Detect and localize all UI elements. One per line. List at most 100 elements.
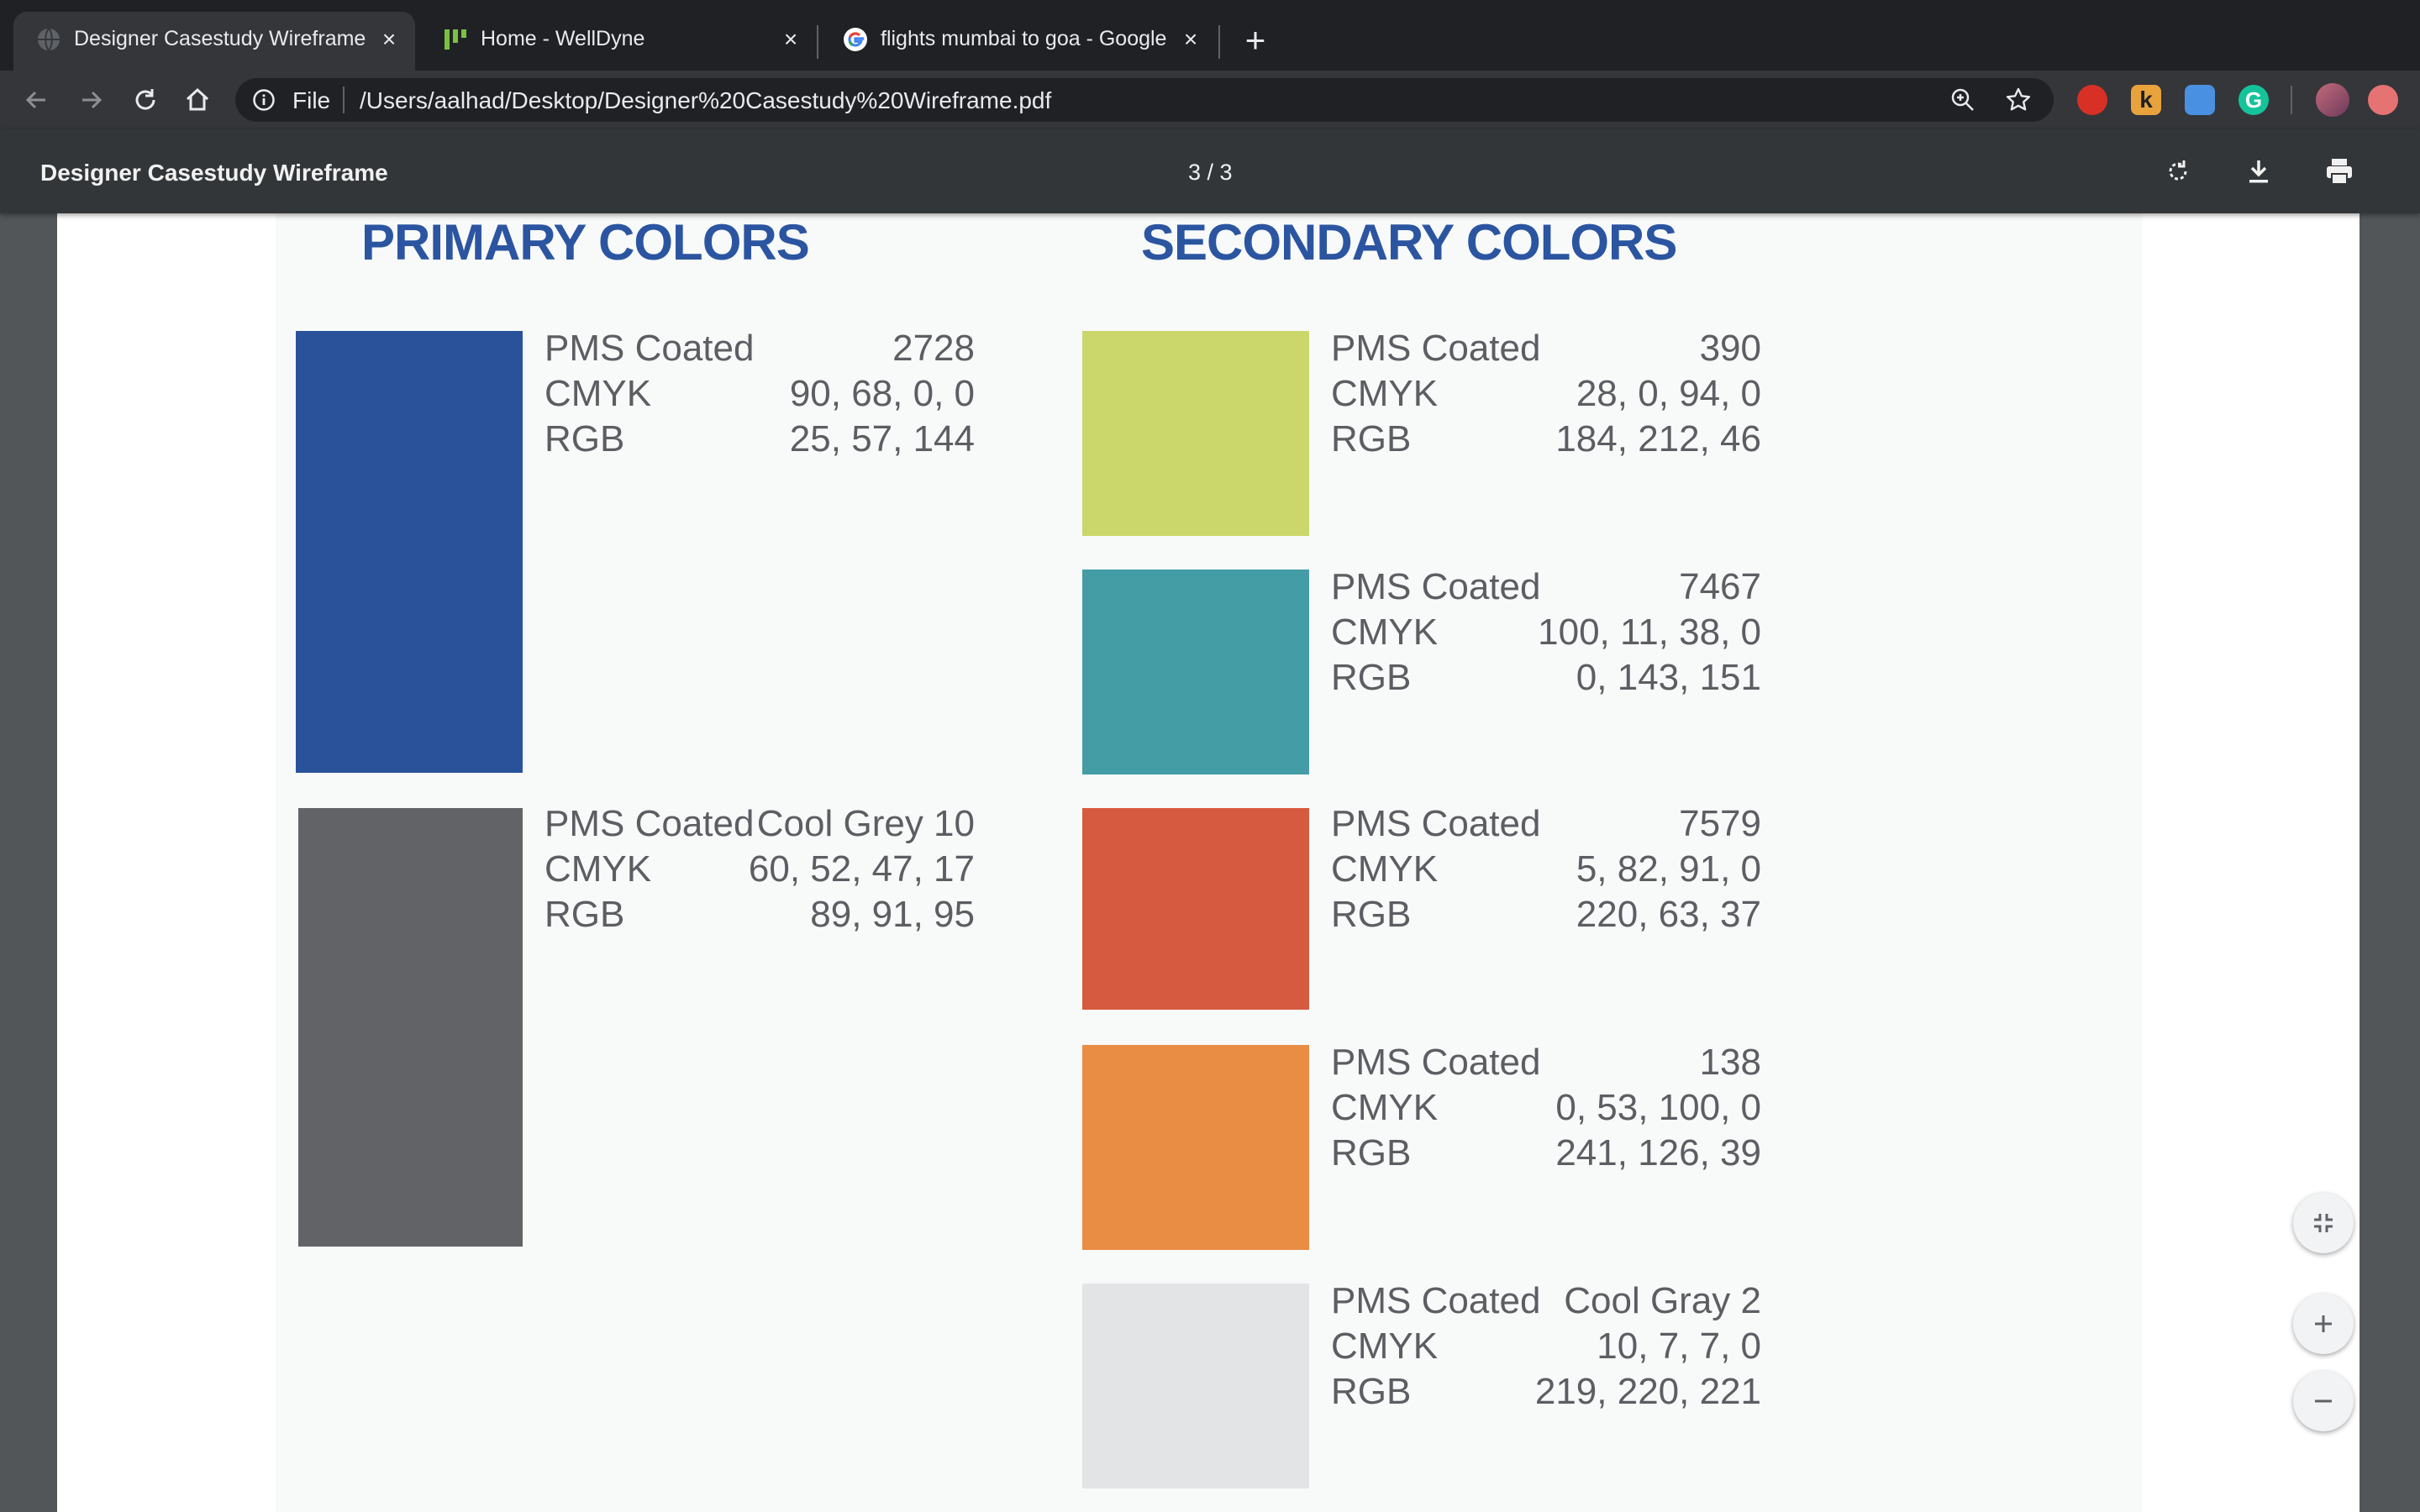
arrow-left-icon bbox=[25, 91, 45, 109]
secondary-colors-heading: SECONDARY COLORS bbox=[1141, 214, 1677, 270]
secondary-spec-3: PMS Coated 7579 CMYK 5, 82, 91, 0 RGB 220, … bbox=[1331, 801, 1761, 937]
pms-label: PMS Coated bbox=[1331, 566, 1541, 607]
pms-label: PMS Coated bbox=[1331, 1280, 1541, 1321]
extension-screenshot-icon[interactable] bbox=[2185, 85, 2215, 115]
welldyne-icon bbox=[445, 29, 466, 50]
google-icon bbox=[844, 28, 867, 51]
pms-label: PMS Coated bbox=[1331, 1042, 1541, 1083]
cmyk-label: CMYK bbox=[1331, 612, 1439, 653]
pms-value: 138 bbox=[1699, 1042, 1761, 1083]
tab-welldyne[interactable]: Home - WellDyne × bbox=[420, 12, 815, 71]
globe-icon bbox=[38, 28, 60, 51]
scheme-label: File bbox=[292, 87, 331, 113]
rotate-button[interactable] bbox=[2160, 153, 2196, 190]
pms-label: PMS Coated bbox=[544, 803, 755, 844]
cmyk-label: CMYK bbox=[1331, 373, 1439, 414]
cmyk-value: 0, 53, 100, 0 bbox=[1555, 1087, 1761, 1128]
pdf-title: Designer Casestudy Wireframe bbox=[40, 160, 388, 186]
cmyk-label: CMYK bbox=[544, 373, 652, 414]
profile-avatar[interactable] bbox=[2316, 83, 2349, 117]
close-tab-icon[interactable]: × bbox=[375, 25, 403, 54]
cmyk-label: CMYK bbox=[544, 848, 652, 890]
close-tab-icon[interactable]: × bbox=[776, 25, 805, 54]
cmyk-value: 28, 0, 94, 0 bbox=[1576, 373, 1761, 414]
pms-value: Cool Grey 10 bbox=[756, 803, 975, 844]
tab-strip: Designer Casestudy Wireframe × Home - We… bbox=[0, 0, 2420, 71]
rgb-label: RGB bbox=[1331, 657, 1412, 698]
rgb-label: RGB bbox=[544, 418, 625, 459]
pms-label: PMS Coated bbox=[1331, 803, 1541, 844]
cmyk-label: CMYK bbox=[1331, 1326, 1439, 1367]
color-palette-slide: PRIMARY COLORS SECONDARY COLORS PMS Coat… bbox=[276, 213, 2143, 1512]
primary-spec-2: PMS Coated Cool Grey 10 CMYK 60, 52, 47, 1… bbox=[544, 801, 975, 937]
download-icon bbox=[2249, 160, 2268, 183]
home-icon bbox=[186, 87, 209, 111]
rgb-label: RGB bbox=[1331, 418, 1412, 459]
rgb-label: RGB bbox=[1331, 1132, 1412, 1173]
new-tab-button[interactable]: + bbox=[1239, 23, 1272, 58]
swatch-primary-cool-grey bbox=[298, 808, 523, 1247]
back-button[interactable] bbox=[17, 81, 55, 119]
rotate-icon bbox=[2169, 160, 2187, 181]
extension-k-icon[interactable]: k bbox=[2131, 85, 2161, 115]
close-tab-icon[interactable]: × bbox=[1176, 25, 1205, 54]
rgb-value: 241, 126, 39 bbox=[1555, 1132, 1761, 1173]
rgb-value: 0, 143, 151 bbox=[1576, 657, 1761, 698]
tab-title: Designer Casestudy Wireframe bbox=[74, 27, 366, 50]
pms-value: 2728 bbox=[892, 328, 975, 369]
extension-adblock-icon[interactable] bbox=[2077, 85, 2107, 115]
extension-grammarly-icon[interactable]: G bbox=[2238, 85, 2269, 115]
arrow-right-icon bbox=[82, 91, 103, 109]
address-bar[interactable]: File /Users/aalhad/Desktop/Designer%20Ca… bbox=[235, 78, 2054, 122]
update-icon[interactable] bbox=[2368, 85, 2398, 115]
omnibox-divider bbox=[343, 87, 345, 113]
tab-designer-casestudy[interactable]: Designer Casestudy Wireframe × bbox=[13, 12, 415, 71]
tab-google-flights[interactable]: flights mumbai to goa - Google × bbox=[820, 12, 1215, 71]
bookmark-star-icon[interactable] bbox=[2005, 87, 2032, 113]
zoom-icon[interactable] bbox=[1949, 87, 1976, 113]
cmyk-value: 10, 7, 7, 0 bbox=[1597, 1326, 1761, 1367]
pms-value: 390 bbox=[1699, 328, 1761, 369]
zoom-out-button[interactable] bbox=[2293, 1371, 2354, 1431]
toolbar-separator bbox=[2291, 86, 2292, 114]
tab-separator bbox=[1218, 25, 1220, 59]
rgb-label: RGB bbox=[1331, 1371, 1412, 1412]
primary-colors-heading: PRIMARY COLORS bbox=[361, 214, 810, 270]
rgb-value: 184, 212, 46 bbox=[1555, 418, 1761, 459]
cmyk-value: 100, 11, 38, 0 bbox=[1538, 612, 1761, 653]
secondary-spec-5: PMS Coated Cool Gray 2 CMYK 10, 7, 7, 0 RG… bbox=[1331, 1278, 1761, 1415]
print-button[interactable] bbox=[2321, 153, 2358, 190]
swatch-primary-blue bbox=[296, 331, 523, 773]
pms-value: 7579 bbox=[1679, 803, 1761, 844]
minus-icon bbox=[2315, 1399, 2332, 1403]
zoom-in-button[interactable] bbox=[2293, 1294, 2354, 1354]
secondary-spec-4: PMS Coated 138 CMYK 0, 53, 100, 0 RGB 241, … bbox=[1331, 1040, 1761, 1176]
print-icon bbox=[2327, 159, 2352, 185]
info-icon[interactable] bbox=[252, 88, 276, 112]
reload-button[interactable] bbox=[126, 81, 165, 119]
forward-button[interactable] bbox=[72, 81, 111, 119]
tab-title: Home - WellDyne bbox=[481, 27, 645, 50]
fit-to-page-button[interactable] bbox=[2293, 1193, 2354, 1253]
swatch-secondary-138 bbox=[1082, 1045, 1309, 1250]
download-button[interactable] bbox=[2240, 153, 2277, 190]
tab-title: flights mumbai to goa - Google bbox=[881, 27, 1167, 50]
swatch-secondary-7467 bbox=[1082, 570, 1309, 774]
plus-icon bbox=[2315, 1315, 2332, 1332]
fit-page-icon bbox=[2314, 1214, 2333, 1232]
rgb-value: 220, 63, 37 bbox=[1576, 894, 1761, 935]
rgb-label: RGB bbox=[1331, 894, 1412, 935]
pdf-page: PRIMARY COLORS SECONDARY COLORS PMS Coat… bbox=[57, 213, 2360, 1512]
cmyk-value: 5, 82, 91, 0 bbox=[1576, 848, 1761, 890]
page-indicator: 3 / 3 bbox=[1188, 160, 1233, 185]
pms-label: PMS Coated bbox=[1331, 328, 1541, 369]
url-text[interactable]: /Users/aalhad/Desktop/Designer%20Casestu… bbox=[360, 87, 1051, 114]
swatch-secondary-cool-gray-2 bbox=[1082, 1284, 1309, 1488]
reload-icon bbox=[135, 89, 155, 110]
pms-label: PMS Coated bbox=[544, 328, 755, 369]
browser-toolbar: File /Users/aalhad/Desktop/Designer%20Ca… bbox=[0, 71, 2420, 129]
rgb-label: RGB bbox=[544, 894, 625, 935]
home-button[interactable] bbox=[178, 81, 217, 119]
secondary-spec-2: PMS Coated 7467 CMYK 100, 11, 38, 0 RGB 0, … bbox=[1331, 564, 1761, 701]
primary-spec-1: PMS Coated 2728 CMYK 90, 68, 0, 0 RGB 25, 5… bbox=[544, 326, 975, 462]
